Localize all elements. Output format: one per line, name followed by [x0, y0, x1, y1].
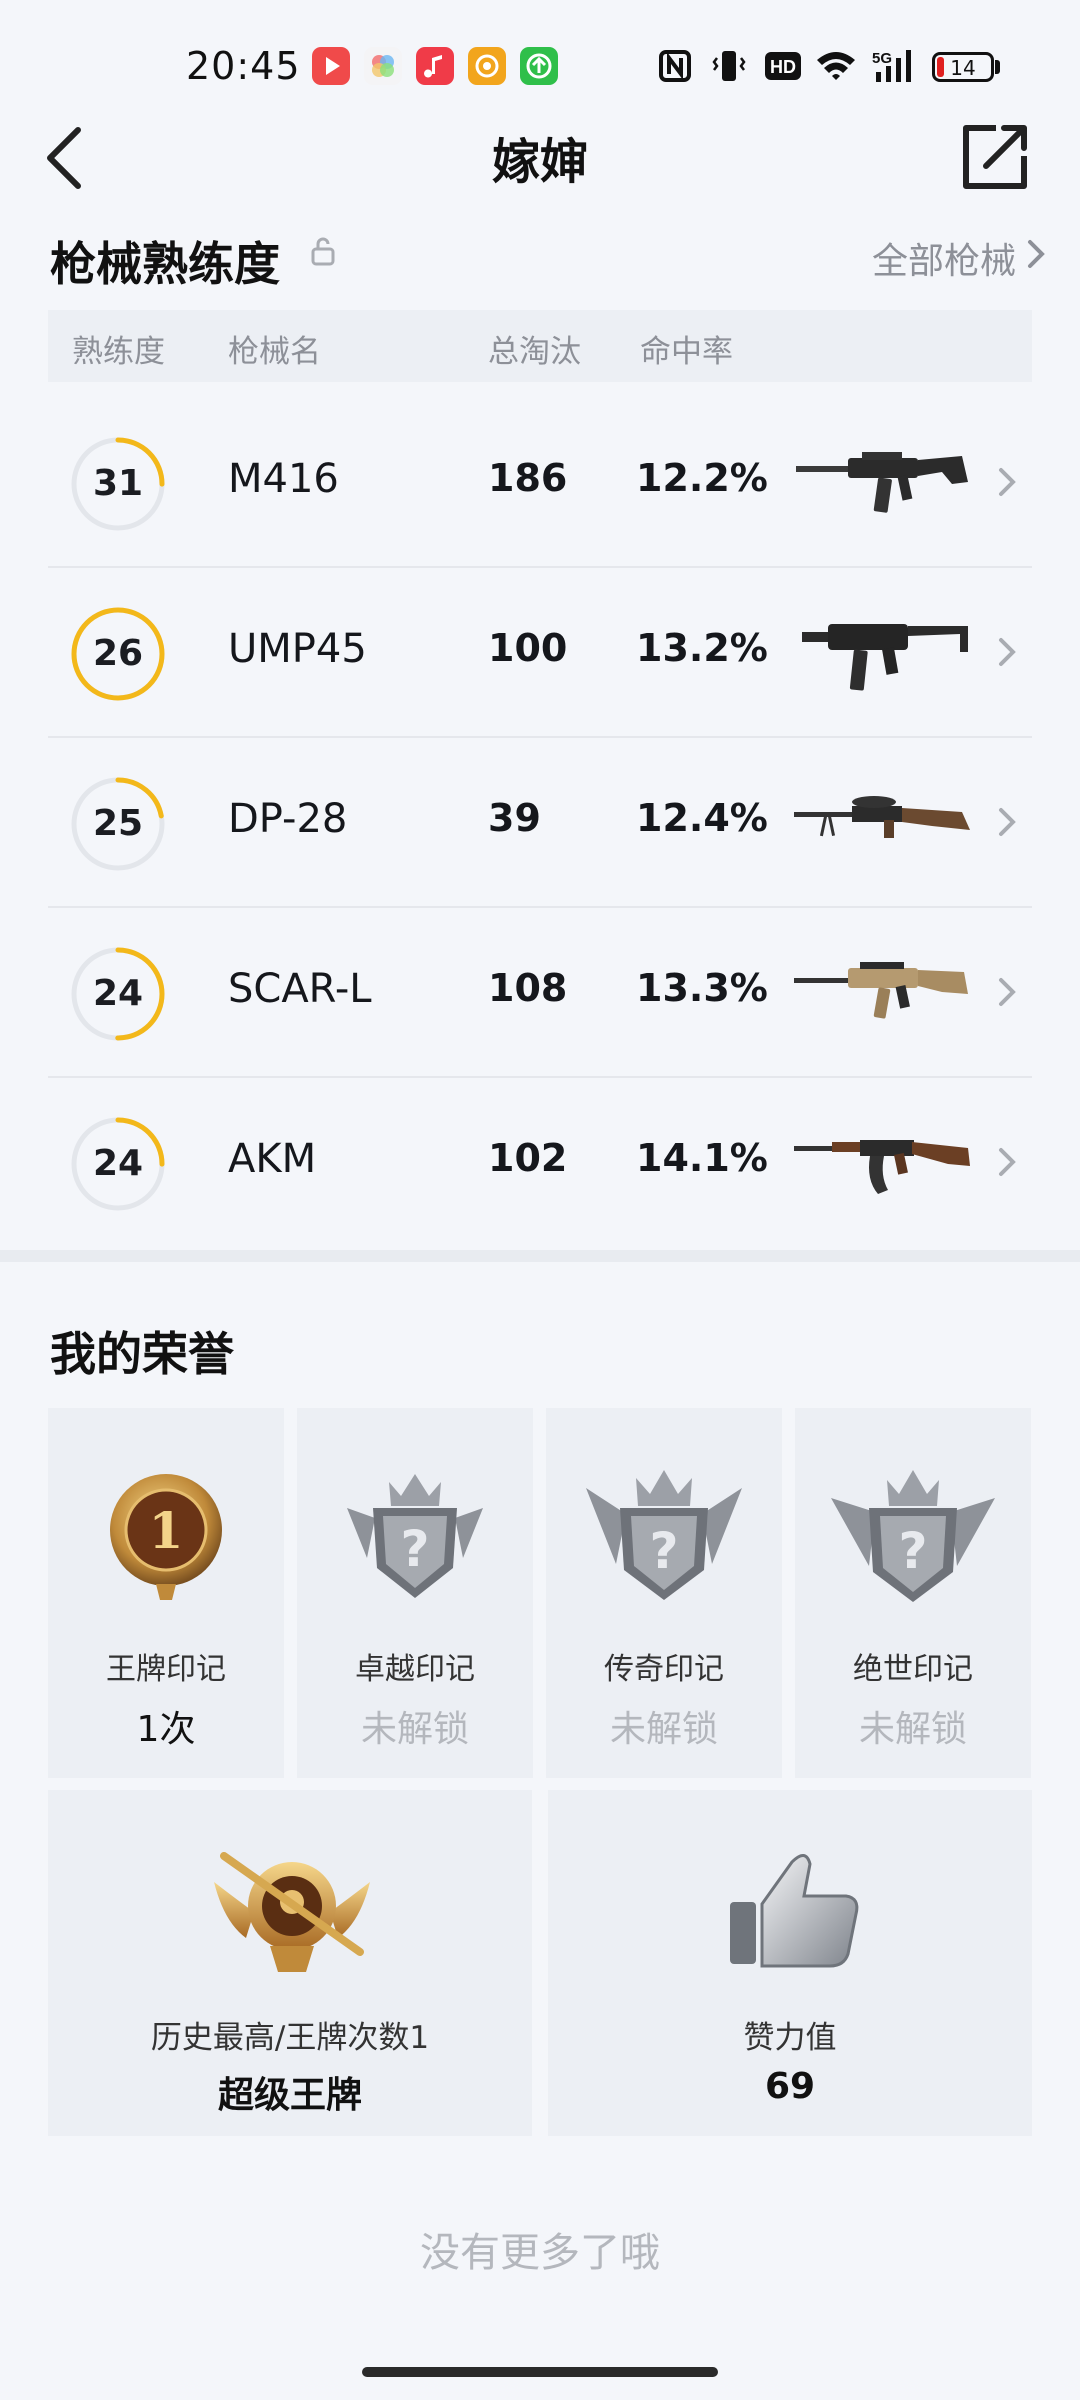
badge-label: 绝世印记 — [853, 1652, 973, 1687]
reader-app-icon — [468, 47, 506, 85]
chevron-right-icon — [999, 468, 1016, 496]
share-icon — [963, 125, 1027, 189]
honors-section-title: 我的荣誉 — [50, 1327, 234, 1381]
highest-rank-label: 历史最高/王牌次数1 — [150, 2020, 430, 2056]
locked-crown-badge-icon: ? — [347, 1474, 483, 1598]
battery-tip — [995, 60, 1000, 74]
highest-rank-card[interactable]: 历史最高/王牌次数1 超级王牌 — [48, 1790, 532, 2136]
chevron-right-icon — [999, 978, 1016, 1006]
smg-icon — [802, 624, 968, 691]
status-time: 20:45 — [186, 44, 301, 88]
chevron-right-icon — [999, 638, 1016, 666]
chevron-right-icon — [1028, 240, 1045, 268]
badge-card-legend[interactable]: ? 传奇印记 未解锁 — [546, 1408, 782, 1778]
home-indicator[interactable] — [362, 2367, 718, 2377]
vibrate-icon — [712, 48, 746, 84]
assault-rifle-icon — [796, 452, 968, 513]
weapon-row[interactable]: 25 DP-28 39 12.4% — [48, 738, 1032, 908]
chevron-right-icon — [999, 1148, 1016, 1176]
end-of-list-text: 没有更多了哦 — [420, 2230, 660, 2276]
badge-card-ace[interactable]: 1 王牌印记 1次 — [48, 1408, 284, 1778]
status-bar: 20:45 HD 5G 14 — [0, 0, 1080, 135]
weapon-accuracy: 14.1% — [636, 1136, 768, 1180]
mastery-level: 26 — [92, 633, 144, 674]
battery-icon: 14 — [932, 52, 994, 82]
svg-text:?: ? — [400, 1520, 429, 1578]
page-title: 嫁婶 — [491, 134, 588, 190]
weapon-name: AKM — [228, 1136, 317, 1182]
column-header-accuracy: 命中率 — [640, 334, 733, 370]
photos-app-icon — [364, 47, 402, 85]
weapon-accuracy: 12.4% — [636, 796, 768, 840]
column-header-mastery: 熟练度 — [72, 334, 165, 370]
likes-label: 赞力值 — [743, 2020, 837, 2056]
weapon-name: UMP45 — [228, 626, 367, 672]
hd-icon: HD — [764, 48, 802, 84]
lock-icon — [311, 237, 335, 266]
svg-text:?: ? — [649, 1522, 678, 1580]
thumbs-up-icon — [730, 1854, 859, 1968]
weapon-row[interactable]: 24 AKM 102 14.1% — [48, 1078, 1032, 1248]
lmg-icon — [794, 796, 970, 838]
mastery-section-title: 枪械熟练度 — [50, 237, 280, 291]
column-header-kills: 总淘汰 — [488, 334, 581, 370]
mastery-level: 31 — [92, 463, 144, 504]
likes-value: 69 — [764, 2066, 816, 2107]
akm-rifle-icon — [794, 1140, 970, 1194]
badge-card-peerless[interactable]: ? 绝世印记 未解锁 — [795, 1408, 1031, 1778]
weapon-name: DP-28 — [228, 796, 348, 842]
locked-crown-badge-icon: ? — [586, 1470, 742, 1600]
badge-label: 王牌印记 — [106, 1652, 226, 1687]
all-weapons-link[interactable]: 全部枪械 — [872, 232, 1016, 284]
weapon-accuracy: 12.2% — [636, 456, 768, 500]
upload-app-icon — [520, 47, 558, 85]
column-header-weapon: 枪械名 — [228, 334, 321, 370]
weapon-kills: 39 — [488, 796, 541, 840]
mastery-table-header: 熟练度 枪械名 总淘汰 命中率 — [48, 310, 1032, 382]
weapon-accuracy: 13.3% — [636, 966, 768, 1010]
badge-label: 卓越印记 — [355, 1652, 475, 1687]
badge-card-excellence[interactable]: ? 卓越印记 未解锁 — [297, 1408, 533, 1778]
weapon-kills: 186 — [488, 456, 568, 500]
weapon-kills: 102 — [488, 1136, 568, 1180]
music-app-icon — [416, 47, 454, 85]
weapon-row[interactable]: 26 UMP45 100 13.2% — [48, 568, 1032, 738]
likes-card[interactable]: 赞力值 69 — [548, 1790, 1032, 2136]
weapon-name: SCAR-L — [228, 966, 372, 1012]
badge-value: 未解锁 — [858, 1709, 967, 1750]
weapon-row[interactable]: 31 M416 186 12.2% — [48, 398, 1032, 568]
badge-label: 传奇印记 — [604, 1652, 724, 1687]
tan-rifle-icon — [794, 962, 968, 1019]
weapon-name: M416 — [228, 456, 339, 502]
share-button[interactable] — [960, 122, 1030, 192]
chevron-right-icon — [999, 808, 1016, 836]
weapon-row[interactable]: 24 SCAR-L 108 13.3% — [48, 908, 1032, 1078]
badge-value: 1次 — [136, 1709, 196, 1750]
weapon-kills: 108 — [488, 966, 568, 1010]
weapon-kills: 100 — [488, 626, 568, 670]
section-divider — [0, 1250, 1080, 1262]
svg-text:1: 1 — [149, 1501, 184, 1560]
svg-text:5G: 5G — [872, 50, 892, 67]
highest-rank-value: 超级王牌 — [217, 2075, 362, 2116]
badge-value: 未解锁 — [360, 1709, 469, 1750]
mastery-level: 24 — [92, 973, 144, 1014]
badge-value: 未解锁 — [609, 1709, 718, 1750]
cellular-signal-icon: 5G — [870, 48, 922, 84]
ace-medal-icon: 1 — [110, 1474, 222, 1600]
nfc-icon — [658, 48, 692, 84]
weapon-accuracy: 13.2% — [636, 626, 768, 670]
svg-text:HD: HD — [770, 57, 796, 77]
locked-crown-badge-icon: ? — [831, 1470, 995, 1602]
video-app-icon — [312, 47, 350, 85]
wifi-icon — [814, 48, 858, 84]
mastery-level: 24 — [92, 1143, 144, 1184]
mastery-level: 25 — [92, 803, 144, 844]
svg-text:?: ? — [898, 1522, 927, 1580]
super-ace-emblem-icon — [214, 1852, 370, 1972]
battery-level: 14 — [950, 56, 976, 80]
